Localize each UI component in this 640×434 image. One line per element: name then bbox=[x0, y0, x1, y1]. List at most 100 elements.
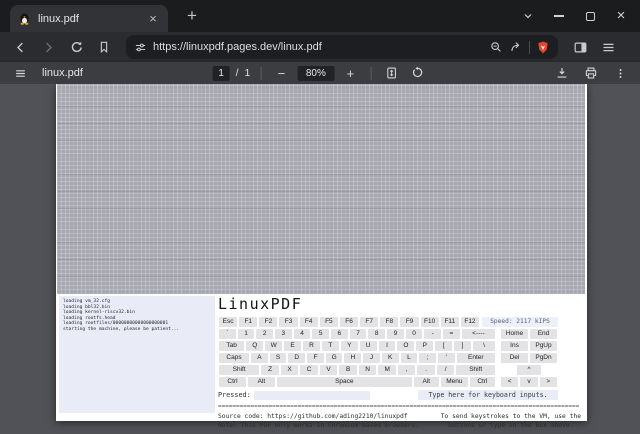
key-button[interactable]: F6 bbox=[339, 317, 359, 327]
sidebar-toggle-icon[interactable] bbox=[568, 35, 592, 59]
download-button[interactable] bbox=[552, 63, 572, 83]
key-button[interactable]: W bbox=[265, 341, 283, 351]
key-button[interactable]: 1 bbox=[237, 329, 255, 339]
key-button[interactable]: Y bbox=[340, 341, 358, 351]
key-button[interactable]: F8 bbox=[380, 317, 399, 327]
key-button[interactable]: J bbox=[363, 353, 380, 363]
url-text[interactable]: https://linuxpdf.pages.dev/linux.pdf bbox=[153, 41, 483, 53]
key-button[interactable]: P bbox=[416, 341, 434, 351]
key-button[interactable]: PgUp bbox=[530, 341, 557, 351]
key-button[interactable]: , bbox=[397, 365, 416, 375]
key-button[interactable]: S bbox=[269, 353, 287, 363]
url-bar[interactable]: https://linuxpdf.pages.dev/linux.pdf bbox=[126, 35, 558, 59]
key-button[interactable]: F7 bbox=[360, 317, 379, 327]
key-button[interactable]: F10 bbox=[420, 317, 439, 327]
keyboard-text-input[interactable]: Type here for keyboard inputs. bbox=[418, 390, 558, 400]
key-button[interactable]: O bbox=[397, 341, 415, 351]
key-button[interactable]: < bbox=[501, 377, 519, 387]
key-button[interactable]: Menu bbox=[440, 377, 468, 387]
key-button[interactable]: ] bbox=[454, 341, 472, 351]
key-button[interactable]: 3 bbox=[275, 329, 292, 339]
page-number-input[interactable]: 1 bbox=[212, 65, 230, 81]
key-button[interactable]: <---- bbox=[461, 329, 496, 339]
back-button[interactable] bbox=[8, 35, 32, 59]
key-button[interactable]: Shift bbox=[219, 365, 260, 375]
key-button[interactable]: \ bbox=[473, 341, 495, 351]
zoom-out-page-icon[interactable] bbox=[489, 40, 503, 54]
key-button[interactable]: R bbox=[303, 341, 320, 351]
key-button[interactable]: B bbox=[339, 365, 357, 375]
key-button[interactable]: N bbox=[358, 365, 377, 375]
key-button[interactable]: F11 bbox=[440, 317, 459, 327]
forward-button[interactable] bbox=[36, 35, 60, 59]
key-button[interactable]: Ctrl bbox=[219, 377, 246, 387]
key-button[interactable]: A bbox=[251, 353, 268, 363]
key-button[interactable]: ; bbox=[419, 353, 436, 363]
key-button[interactable]: Space bbox=[276, 377, 412, 387]
key-button[interactable]: Caps bbox=[219, 353, 250, 363]
key-button[interactable]: F12 bbox=[460, 317, 480, 327]
key-button[interactable]: F9 bbox=[400, 317, 419, 327]
tab-search-chevron-icon[interactable] bbox=[521, 9, 535, 23]
key-button[interactable]: ^ bbox=[517, 365, 541, 375]
key-button[interactable]: Ctrl bbox=[469, 377, 495, 387]
key-button[interactable]: > bbox=[539, 377, 557, 387]
site-settings-icon[interactable] bbox=[134, 41, 147, 54]
key-button[interactable]: Del bbox=[501, 353, 528, 363]
fit-page-button[interactable] bbox=[381, 63, 401, 83]
print-button[interactable] bbox=[581, 63, 601, 83]
bookmark-icon[interactable] bbox=[92, 35, 116, 59]
key-button[interactable]: 4 bbox=[293, 329, 311, 339]
key-button[interactable]: F4 bbox=[299, 317, 318, 327]
key-button[interactable]: F2 bbox=[259, 317, 278, 327]
new-tab-button[interactable]: + bbox=[180, 6, 204, 26]
key-button[interactable]: E bbox=[284, 341, 302, 351]
key-button[interactable]: 5 bbox=[312, 329, 330, 339]
key-button[interactable]: Alt bbox=[413, 377, 439, 387]
key-button[interactable]: PgDn bbox=[530, 353, 557, 363]
key-button[interactable]: ` bbox=[219, 329, 236, 339]
browser-tab[interactable]: linux.pdf × bbox=[10, 5, 168, 32]
key-button[interactable]: I bbox=[378, 341, 396, 351]
key-button[interactable]: Alt bbox=[247, 377, 275, 387]
brave-shield-icon[interactable] bbox=[536, 40, 550, 55]
pdf-viewport[interactable]: loading vm_32.cfg loading bbl32.bin loadin… bbox=[0, 84, 640, 434]
key-button[interactable]: F bbox=[307, 353, 324, 363]
key-button[interactable]: 6 bbox=[331, 329, 348, 339]
key-button[interactable]: End bbox=[530, 329, 557, 339]
key-button[interactable]: ' bbox=[437, 353, 455, 363]
key-button[interactable]: G bbox=[325, 353, 343, 363]
key-button[interactable]: F3 bbox=[279, 317, 298, 327]
key-button[interactable]: . bbox=[417, 365, 435, 375]
key-button[interactable]: 7 bbox=[349, 329, 367, 339]
key-button[interactable]: V bbox=[319, 365, 338, 375]
minimize-button[interactable] bbox=[552, 9, 566, 23]
key-button[interactable]: C bbox=[300, 365, 318, 375]
key-button[interactable]: = bbox=[443, 329, 460, 339]
key-button[interactable]: Shift bbox=[456, 365, 495, 375]
key-button[interactable]: Enter bbox=[456, 353, 495, 363]
key-button[interactable]: / bbox=[436, 365, 455, 375]
key-button[interactable]: K bbox=[381, 353, 399, 363]
key-button[interactable]: Tab bbox=[219, 341, 245, 351]
key-button[interactable]: Esc bbox=[219, 317, 238, 327]
tab-close-icon[interactable]: × bbox=[146, 12, 160, 25]
key-button[interactable]: X bbox=[280, 365, 299, 375]
key-button[interactable]: 9 bbox=[387, 329, 404, 339]
reload-button[interactable] bbox=[64, 35, 88, 59]
window-close-button[interactable]: × bbox=[614, 8, 628, 23]
zoom-in-button[interactable]: + bbox=[340, 63, 360, 83]
maximize-button[interactable] bbox=[583, 9, 597, 23]
key-button[interactable]: L bbox=[400, 353, 418, 363]
zoom-out-button[interactable]: − bbox=[271, 63, 291, 83]
key-button[interactable]: Home bbox=[501, 329, 528, 339]
key-button[interactable]: 0 bbox=[405, 329, 423, 339]
key-button[interactable]: T bbox=[321, 341, 339, 351]
key-button[interactable]: 8 bbox=[368, 329, 386, 339]
key-button[interactable]: Q bbox=[246, 341, 264, 351]
rotate-button[interactable] bbox=[407, 63, 427, 83]
key-button[interactable]: - bbox=[424, 329, 442, 339]
pdf-more-options-icon[interactable] bbox=[610, 63, 630, 83]
key-button[interactable]: H bbox=[344, 353, 362, 363]
key-button[interactable]: F1 bbox=[239, 317, 258, 327]
